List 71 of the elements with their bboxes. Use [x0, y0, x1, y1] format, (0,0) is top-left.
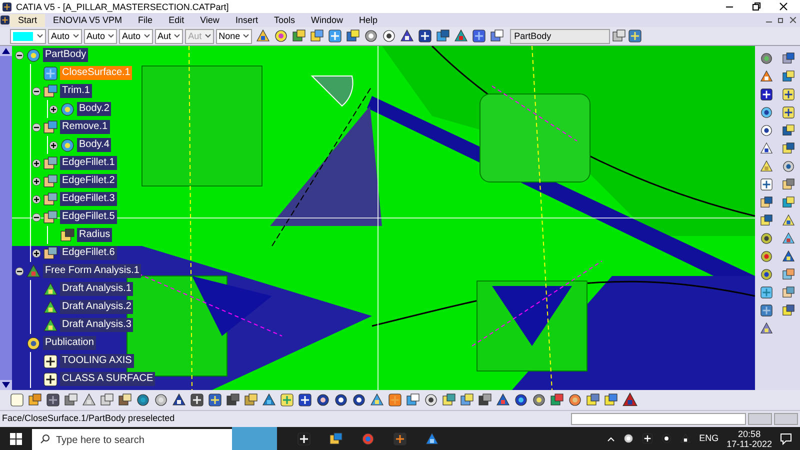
close-icon[interactable]	[779, 2, 788, 11]
expand-toggle-icon[interactable]	[48, 104, 58, 114]
tree-item[interactable]: EdgeFillet.2	[60, 174, 117, 188]
vertical-scrollbar[interactable]	[0, 46, 12, 390]
menu-item[interactable]: Insert	[227, 14, 266, 26]
tree-item[interactable]: TOOLING AXIS	[60, 354, 134, 368]
caret-icon	[174, 34, 180, 38]
tree-item[interactable]: PartBody	[43, 48, 88, 62]
style-dropdown[interactable]: Auto	[48, 28, 82, 44]
expand-toggle-icon[interactable]	[32, 176, 40, 186]
menu-item[interactable]: ENOVIA V5 VPM	[45, 14, 130, 26]
tree-item[interactable]: EdgeFillet.5	[60, 210, 117, 224]
menu-item[interactable]: File	[130, 14, 161, 26]
notification-icon[interactable]	[780, 432, 792, 444]
clock-date[interactable]: 17-11-2022	[726, 438, 772, 448]
expand-toggle-icon[interactable]	[32, 158, 40, 168]
collapse-toggle-icon[interactable]	[32, 86, 40, 96]
tree-item[interactable]: Trim.1	[60, 84, 92, 98]
menu-item[interactable]: View	[192, 14, 228, 26]
tree-item[interactable]: Radius	[77, 228, 112, 242]
command-input-field[interactable]	[571, 413, 746, 425]
tree-item[interactable]: Draft Analysis.3	[60, 318, 134, 332]
color-dropdown[interactable]	[10, 28, 46, 44]
scroll-up-icon[interactable]	[0, 46, 12, 56]
language-indicator[interactable]: ENG	[699, 432, 719, 446]
style-dropdown[interactable]: None	[216, 28, 252, 44]
chevron-up-icon[interactable]	[607, 436, 616, 442]
tree-item[interactable]: CLASS A SURFACE	[60, 372, 156, 386]
style-dropdown[interactable]: Aut	[154, 28, 184, 44]
clock-time[interactable]: 20:58	[738, 428, 761, 438]
style-dropdown[interactable]: Auto	[119, 28, 153, 44]
menu-item[interactable]: Tools	[266, 14, 303, 26]
menu-item[interactable]: Edit	[160, 14, 192, 26]
expand-toggle-icon[interactable]	[32, 248, 40, 258]
tree-item[interactable]: EdgeFillet.3	[60, 192, 117, 206]
menu-item[interactable]: Start	[10, 14, 46, 26]
caret-icon	[72, 34, 79, 38]
caret-icon	[243, 34, 250, 38]
restore-icon[interactable]	[752, 2, 761, 11]
scroll-down-icon[interactable]	[0, 380, 12, 390]
collapse-toggle-icon[interactable]	[14, 266, 24, 276]
taskbar-search-field[interactable]: Type here to search	[32, 429, 232, 450]
collapse-toggle-icon[interactable]	[32, 212, 40, 222]
tree-item[interactable]: EdgeFillet.1	[60, 156, 117, 170]
windows-logo-icon[interactable]	[10, 432, 22, 444]
tree-item[interactable]: Body.2	[77, 102, 112, 116]
caret-icon	[108, 34, 114, 38]
menu-item[interactable]: Window	[302, 14, 351, 26]
caret-icon	[144, 34, 150, 38]
expand-toggle-icon[interactable]	[48, 140, 58, 150]
search-icon	[40, 434, 50, 444]
tree-item[interactable]: Body.4	[77, 138, 112, 152]
caret-icon	[37, 34, 43, 38]
tree-item[interactable]: Publication	[43, 336, 96, 350]
beach-illustration	[232, 427, 277, 450]
expand-toggle-icon[interactable]	[32, 194, 40, 204]
tree-item[interactable]: Remove.1	[60, 120, 110, 134]
menu-item[interactable]: Help	[350, 14, 386, 26]
collapse-toggle-icon[interactable]	[32, 122, 40, 132]
tree-item[interactable]: EdgeFillet.6	[60, 246, 117, 260]
new-file-icon[interactable]	[10, 393, 24, 407]
caret-icon	[204, 34, 211, 38]
collapse-toggle-icon[interactable]	[14, 50, 24, 60]
tree-item[interactable]: Draft Analysis.2	[60, 300, 134, 314]
3d-model-viewport-drawing[interactable]	[12, 46, 755, 390]
tree-item[interactable]: Draft Analysis.1	[60, 282, 134, 296]
style-dropdown[interactable]: Auto	[84, 28, 118, 44]
tree-item[interactable]: Free Form Analysis.1	[43, 264, 142, 278]
body-dropdown[interactable]: PartBody	[510, 28, 610, 44]
status-text: Face/CloseSurface.1/PartBody preselected	[2, 412, 175, 426]
window-title: CATIA V5 - [A_PILLAR_MASTERSECTION.CATPart]	[16, 0, 229, 12]
